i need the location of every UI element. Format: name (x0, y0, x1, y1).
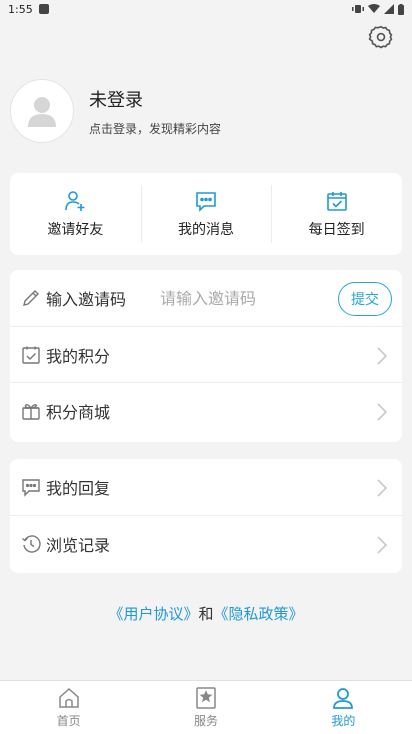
menu-group-points: 输入邀请码 提交 我的积分 积分商城 (10, 270, 402, 442)
login-profile[interactable]: 未登录 点击登录，发现精彩内容 (10, 78, 402, 144)
menu-item-history[interactable]: 浏览记录 (10, 515, 402, 571)
invite-friend-icon (65, 191, 85, 211)
menu-item-my-replies[interactable]: 我的回复 (10, 459, 402, 515)
status-time: 1:55 (8, 2, 33, 16)
chevron-right-icon (377, 536, 388, 554)
chevron-right-icon (377, 347, 388, 365)
bottom-tab-bar: 首页 服务 我的 (0, 680, 412, 734)
gear-icon (368, 25, 393, 49)
tab-label-service: 服务 (193, 714, 218, 728)
privacy-policy-link[interactable]: 《隐私政策》 (214, 605, 304, 623)
user-placeholder-icon (28, 97, 56, 127)
menu-label-my-points: 我的积分 (46, 346, 111, 366)
signal-icon (384, 4, 394, 14)
chevron-right-icon (377, 403, 388, 421)
profile-icon (333, 688, 354, 709)
menu-group-activity: 我的回复 浏览记录 (10, 459, 402, 573)
history-icon (20, 533, 42, 555)
quick-label-messages: 我的消息 (178, 222, 234, 238)
notification-icon (38, 4, 49, 14)
invite-code-label: 输入邀请码 (46, 290, 127, 309)
quick-actions: 邀请好友 我的消息 每日签到 (10, 173, 402, 255)
submit-button[interactable]: 提交 (338, 282, 392, 316)
menu-label-history: 浏览记录 (46, 535, 111, 555)
menu-item-points-mall[interactable]: 积分商城 (10, 382, 402, 438)
quick-label-invite: 邀请好友 (47, 222, 104, 238)
message-icon (196, 192, 216, 212)
chevron-right-icon (377, 479, 388, 497)
home-icon (58, 687, 79, 708)
tab-service[interactable]: 服务 (137, 681, 274, 734)
wifi-icon (368, 4, 380, 13)
battery-icon (398, 3, 404, 15)
daily-checkin-button[interactable]: 每日签到 (271, 173, 402, 255)
comment-icon (20, 476, 42, 498)
agreement-links: 《用户协议》和《隐私政策》 (0, 603, 412, 624)
invite-code-row: 输入邀请码 提交 (10, 270, 402, 326)
profile-name: 未登录 (89, 89, 143, 111)
settings-button[interactable] (368, 24, 394, 50)
menu-label-points-mall: 积分商城 (46, 402, 111, 422)
user-agreement-link[interactable]: 《用户协议》 (108, 605, 198, 623)
invite-code-input[interactable] (160, 270, 340, 326)
agreement-and-text: 和 (198, 605, 214, 623)
gift-icon (20, 400, 42, 422)
quick-label-checkin: 每日签到 (308, 222, 365, 238)
calendar-check-icon (326, 192, 347, 211)
points-icon (20, 344, 42, 366)
tab-label-home: 首页 (56, 714, 81, 728)
menu-label-my-replies: 我的回复 (46, 479, 111, 498)
profile-subtitle: 点击登录，发现精彩内容 (89, 121, 222, 136)
menu-item-my-points[interactable]: 我的积分 (10, 326, 402, 382)
tab-home[interactable]: 首页 (0, 681, 137, 734)
tab-label-mine: 我的 (331, 714, 356, 728)
tab-mine[interactable]: 我的 (275, 681, 412, 734)
service-icon (196, 687, 216, 709)
vibrate-icon (352, 5, 364, 13)
pencil-icon (20, 287, 42, 309)
invite-friend-button[interactable]: 邀请好友 (10, 173, 141, 255)
my-messages-button[interactable]: 我的消息 (140, 173, 272, 255)
avatar[interactable] (10, 79, 74, 143)
status-bar: 1:55 (0, 0, 412, 18)
